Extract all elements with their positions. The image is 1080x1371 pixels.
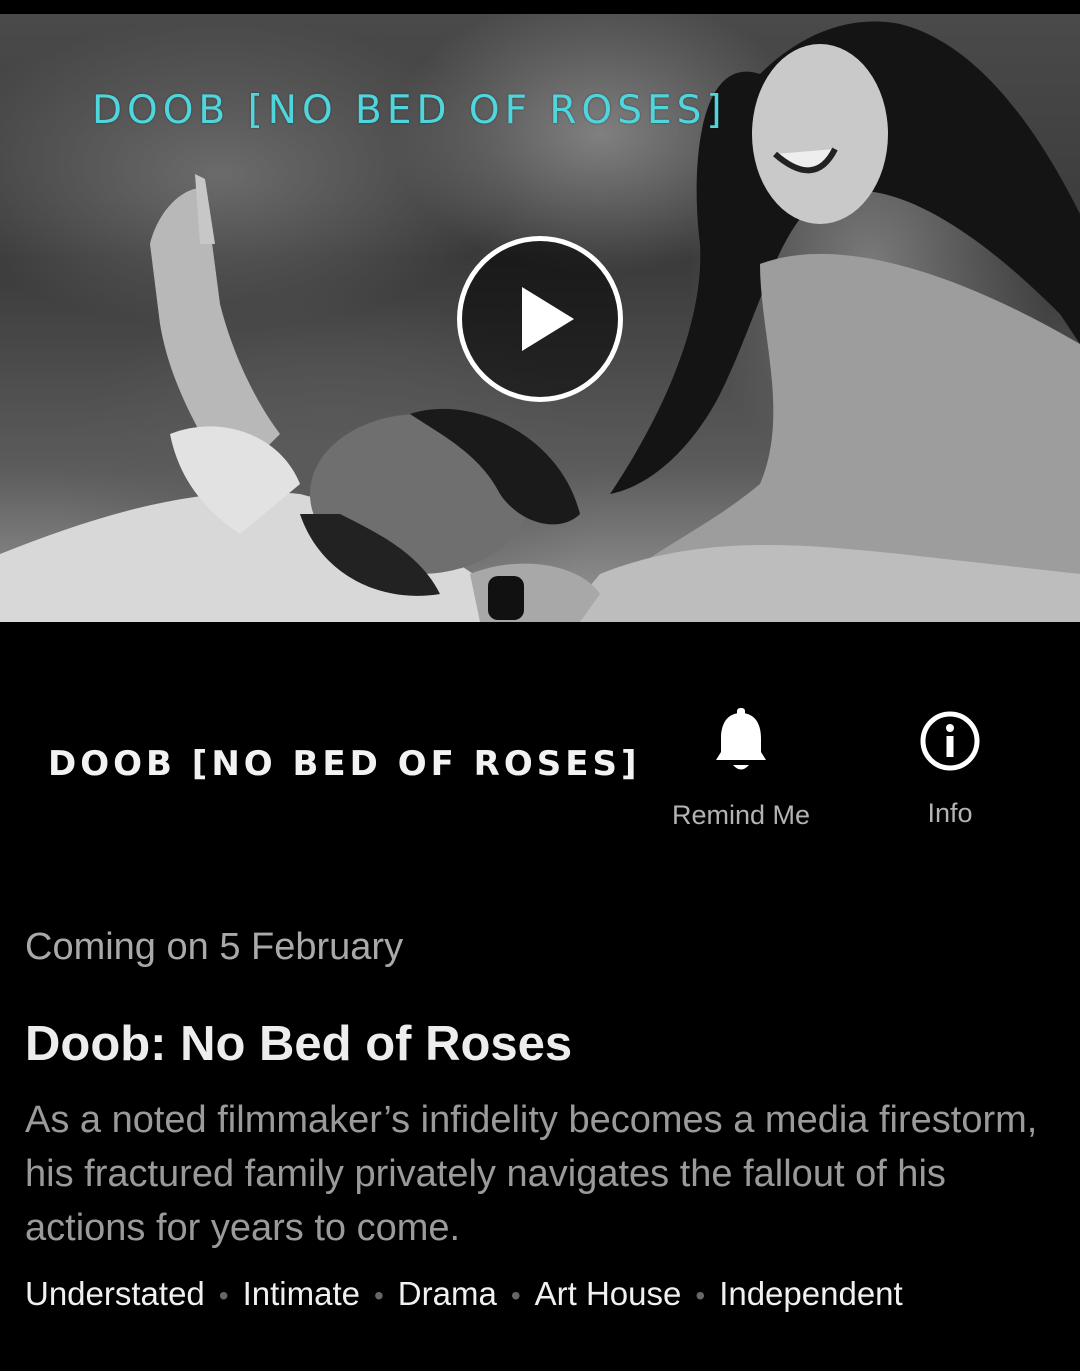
tag: Understated xyxy=(25,1275,205,1312)
remind-me-button[interactable]: Remind Me xyxy=(652,708,830,831)
remind-me-label: Remind Me xyxy=(671,800,811,830)
tag: Art House xyxy=(534,1275,682,1312)
play-button[interactable] xyxy=(457,236,623,402)
info-icon xyxy=(920,711,980,771)
tag-separator: • xyxy=(695,1280,706,1311)
release-date: Coming on 5 February xyxy=(25,926,404,968)
synopsis: As a noted filmmaker’s infidelity become… xyxy=(25,1099,1038,1249)
tag-separator: • xyxy=(373,1280,384,1311)
tag: Intimate xyxy=(242,1275,360,1312)
tag-separator: • xyxy=(218,1280,229,1311)
tag: Independent xyxy=(719,1275,903,1312)
info-button[interactable]: Info xyxy=(890,710,1010,829)
info-label: Info xyxy=(927,798,973,828)
hero-image[interactable]: DOOB [NO BED OF ROSES] xyxy=(0,14,1080,622)
tag-separator: • xyxy=(510,1280,521,1311)
genre-tags: Understated • Intimate • Drama • Art House • Ind… xyxy=(25,1275,903,1313)
title-logo: DOOB [NO BED OF ROSES] xyxy=(48,744,641,784)
bell-icon xyxy=(716,708,766,770)
play-icon xyxy=(522,287,574,351)
hero-title-overlay: DOOB [NO BED OF ROSES] xyxy=(92,88,727,133)
tag: Drama xyxy=(397,1275,497,1312)
show-title: Doob: No Bed of Roses xyxy=(25,1017,573,1071)
